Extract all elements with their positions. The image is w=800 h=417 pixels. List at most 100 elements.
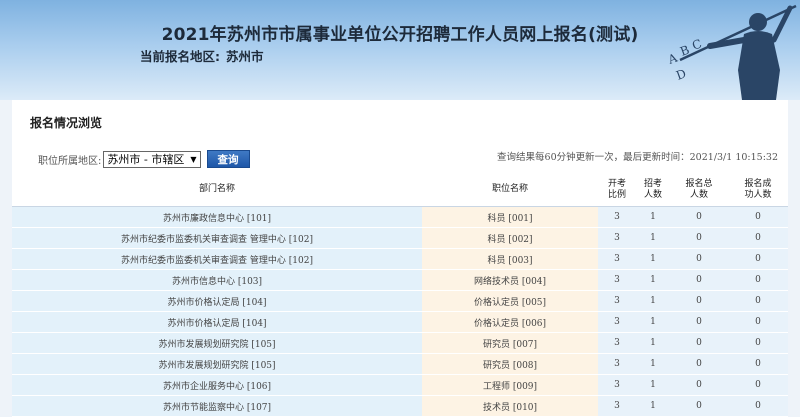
cell-dept: 苏州市廉政信息中心 [101] (12, 206, 422, 228)
cell-ratio: 3 (598, 206, 636, 228)
col-header-position: 职位名称 (422, 173, 598, 207)
region-select[interactable]: 苏州市 - 市辖区 ▼ (103, 150, 201, 168)
cell-position: 研究员 [008] (422, 353, 598, 375)
cell-success: 0 (728, 395, 788, 417)
table-row: 苏州市价格认定局 [104] 价格认定员 [005] 3 1 0 0 (12, 290, 788, 312)
cell-ratio: 3 (598, 353, 636, 375)
col-header-plan-line2: 人数 (643, 189, 662, 200)
cell-ratio: 3 (598, 227, 636, 249)
cell-dept: 苏州市信息中心 [103] (12, 269, 422, 291)
cell-dept: 苏州市纪委市监委机关审查调查 管理中心 [102] (12, 227, 422, 249)
cell-position: 价格认定员 [006] (422, 311, 598, 333)
col-header-ratio-line1: 开考 (607, 178, 626, 189)
col-header-dept: 部门名称 (12, 173, 422, 207)
cell-total: 0 (670, 311, 728, 333)
cell-total: 0 (670, 332, 728, 354)
cell-success: 0 (728, 227, 788, 249)
region-value: 苏州市 (226, 49, 264, 64)
table-row: 苏州市廉政信息中心 [101] 科员 [001] 3 1 0 0 (12, 206, 788, 228)
col-header-total-line2: 人数 (689, 189, 708, 200)
col-header-ratio-line2: 比例 (607, 189, 626, 200)
cell-plan: 1 (636, 395, 670, 417)
cell-success: 0 (728, 332, 788, 354)
cell-position: 工程师 [009] (422, 374, 598, 396)
deco-letter-c: C (690, 37, 703, 53)
filter-label: 职位所属地区: (38, 155, 102, 167)
cell-plan: 1 (636, 374, 670, 396)
cell-total: 0 (670, 227, 728, 249)
cell-total: 0 (670, 290, 728, 312)
table-row: 苏州市信息中心 [103] 网络技术员 [004] 3 1 0 0 (12, 269, 788, 291)
cell-total: 0 (670, 374, 728, 396)
col-header-total-line1: 报名总 (685, 178, 713, 189)
dropdown-arrow-icon: ▼ (190, 154, 197, 164)
table-header-row: 部门名称 职位名称 开考 比例 招考 人数 报名总 人数 报名成 功人数 (12, 173, 788, 207)
region-filter: 职位所属地区: 苏州市 - 市辖区 ▼ 查询 (38, 150, 250, 168)
col-header-plan-line1: 招考 (643, 178, 662, 189)
cell-success: 0 (728, 374, 788, 396)
table-row: 苏州市价格认定局 [104] 价格认定员 [006] 3 1 0 0 (12, 311, 788, 333)
cell-success: 0 (728, 248, 788, 270)
cell-position: 科员 [002] (422, 227, 598, 249)
update-note: 查询结果每60分钟更新一次，最后更新时间：2021/3/1 10:15:32 (497, 152, 778, 163)
cell-dept: 苏州市企业服务中心 [106] (12, 374, 422, 396)
cell-ratio: 3 (598, 395, 636, 417)
panel-title: 报名情况浏览 (30, 116, 103, 130)
col-header-ratio: 开考 比例 (598, 173, 636, 207)
col-header-success-line1: 报名成 (744, 178, 772, 189)
registration-panel: 报名情况浏览 职位所属地区: 苏州市 - 市辖区 ▼ 查询 查询结果每60分钟更… (12, 100, 788, 417)
cell-position: 研究员 [007] (422, 332, 598, 354)
cell-dept: 苏州市价格认定局 [104] (12, 311, 422, 333)
query-button[interactable]: 查询 (206, 150, 250, 168)
cell-ratio: 3 (598, 332, 636, 354)
cell-total: 0 (670, 395, 728, 417)
table-row: 苏州市发展规划研究院 [105] 研究员 [008] 3 1 0 0 (12, 353, 788, 375)
cell-ratio: 3 (598, 248, 636, 270)
cell-dept: 苏州市价格认定局 [104] (12, 290, 422, 312)
cell-success: 0 (728, 206, 788, 228)
cell-total: 0 (670, 353, 728, 375)
col-header-success-line2: 功人数 (744, 189, 772, 200)
col-header-success: 报名成 功人数 (728, 173, 788, 207)
cell-ratio: 3 (598, 374, 636, 396)
cell-ratio: 3 (598, 311, 636, 333)
deco-letter-b: B (678, 43, 691, 59)
cell-plan: 1 (636, 248, 670, 270)
page-header: 2021年苏州市市属事业单位公开招聘工作人员网上报名(测试) 当前报名地区: 苏州… (0, 0, 800, 100)
cell-position: 科员 [003] (422, 248, 598, 270)
cell-dept: 苏州市发展规划研究院 [105] (12, 353, 422, 375)
cell-position: 网络技术员 [004] (422, 269, 598, 291)
cell-plan: 1 (636, 311, 670, 333)
cell-dept: 苏州市纪委市监委机关审查调查 管理中心 [102] (12, 248, 422, 270)
table-row: 苏州市纪委市监委机关审查调查 管理中心 [102] 科员 [003] 3 1 0… (12, 248, 788, 270)
region-label: 当前报名地区: (140, 49, 220, 64)
cell-position: 价格认定员 [005] (422, 290, 598, 312)
abcd-figure-illustration: A B C D (665, 4, 797, 100)
cell-success: 0 (728, 269, 788, 291)
cell-plan: 1 (636, 290, 670, 312)
deco-letter-d: D (674, 66, 688, 82)
cell-success: 0 (728, 353, 788, 375)
table-row: 苏州市节能监察中心 [107] 技术员 [010] 3 1 0 0 (12, 395, 788, 417)
table-row: 苏州市纪委市监委机关审查调查 管理中心 [102] 科员 [002] 3 1 0… (12, 227, 788, 249)
cell-success: 0 (728, 311, 788, 333)
region-select-value: 苏州市 - 市辖区 (107, 153, 185, 166)
cell-dept: 苏州市节能监察中心 [107] (12, 395, 422, 417)
cell-plan: 1 (636, 353, 670, 375)
cell-total: 0 (670, 206, 728, 228)
col-header-total: 报名总 人数 (670, 173, 728, 207)
cell-ratio: 3 (598, 269, 636, 291)
current-region: 当前报名地区: 苏州市 (140, 46, 270, 65)
registration-table: 部门名称 职位名称 开考 比例 招考 人数 报名总 人数 报名成 功人数 苏州市廉政信息… (12, 173, 788, 417)
cell-plan: 1 (636, 332, 670, 354)
table-row: 苏州市企业服务中心 [106] 工程师 [009] 3 1 0 0 (12, 374, 788, 396)
cell-total: 0 (670, 269, 728, 291)
cell-total: 0 (670, 248, 728, 270)
cell-plan: 1 (636, 269, 670, 291)
cell-position: 科员 [001] (422, 206, 598, 228)
col-header-plan: 招考 人数 (636, 173, 670, 207)
cell-ratio: 3 (598, 290, 636, 312)
cell-plan: 1 (636, 227, 670, 249)
deco-letter-a: A (665, 51, 679, 68)
cell-success: 0 (728, 290, 788, 312)
